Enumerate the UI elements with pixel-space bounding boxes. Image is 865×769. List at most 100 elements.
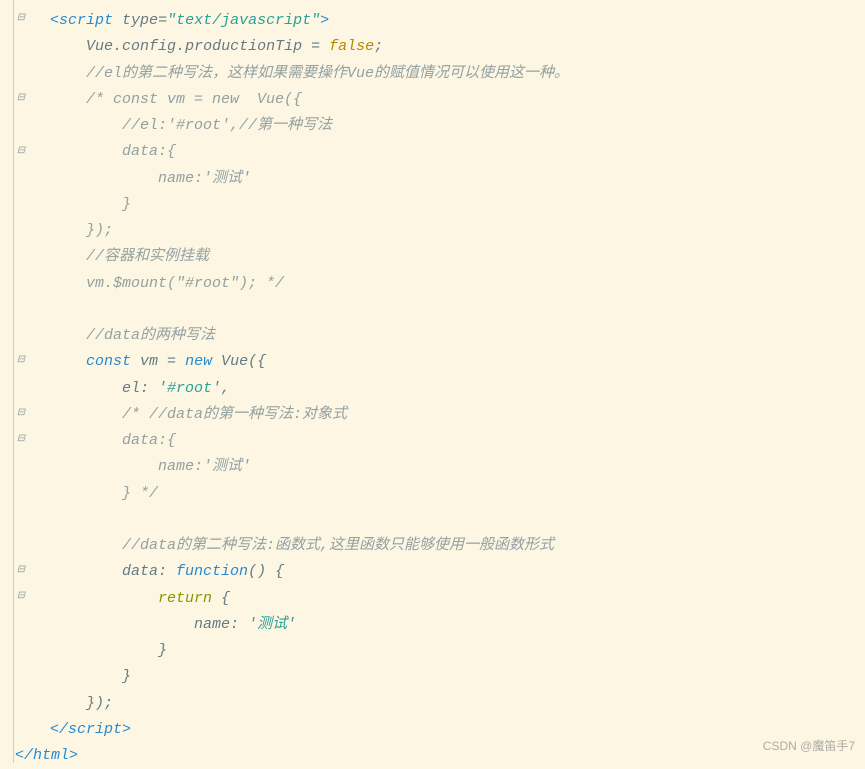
comment: //data的第二种写法:函数式,这里函数只能够使用一般函数形式 <box>122 537 554 554</box>
code-line: <script type="text/javascript"> <box>50 8 855 34</box>
colon: : <box>158 563 176 580</box>
equals: = <box>158 12 167 29</box>
string: '#root' <box>158 380 221 397</box>
paren: ( <box>248 353 257 370</box>
prop-name: el <box>122 380 140 397</box>
code-line: Vue.config.productionTip = false; <box>50 34 855 60</box>
tag-name: html <box>33 747 69 764</box>
comment: name:'测试' <box>122 458 251 475</box>
comment: }); <box>86 222 113 239</box>
dot: . <box>176 38 185 55</box>
comment: } <box>86 196 131 213</box>
code-line: name:'测试' <box>50 166 855 192</box>
code-line: </html> <box>15 743 855 769</box>
comment: vm.$mount("#root"); */ <box>86 275 284 292</box>
space <box>176 353 185 370</box>
fold-toggle[interactable]: ⊟ <box>16 94 26 104</box>
fold-toggle[interactable]: ⊟ <box>16 566 26 576</box>
fold-toggle[interactable]: ⊟ <box>16 147 26 157</box>
assign: = <box>167 353 176 370</box>
comment: /* //data的第一种写法:对象式 <box>122 406 347 423</box>
prop-name: name <box>194 616 230 633</box>
prop-name: data <box>122 563 158 580</box>
code-line: data: function() { <box>50 559 855 585</box>
code-line: </script> <box>50 717 855 743</box>
tag-name: script <box>59 12 113 29</box>
brace: { <box>257 353 266 370</box>
code-line: return { <box>50 586 855 612</box>
string: '测试' <box>248 616 296 633</box>
keyword-return: return <box>158 590 212 607</box>
parens: () <box>248 563 266 580</box>
ident: Vue <box>86 38 113 55</box>
keyword-function: function <box>176 563 248 580</box>
ident: productionTip <box>185 38 302 55</box>
comment: //容器和实例挂载 <box>86 248 209 265</box>
watermark: CSDN @魔笛手7 <box>763 736 855 757</box>
code-line: data:{ <box>50 139 855 165</box>
code-line: } <box>50 664 855 690</box>
comment: //data的两种写法 <box>86 327 215 344</box>
code-line: //容器和实例挂载 <box>50 244 855 270</box>
dot: . <box>113 38 122 55</box>
code-line: } <box>50 638 855 664</box>
fold-toggle[interactable]: ⊟ <box>16 14 26 24</box>
colon: : <box>140 380 158 397</box>
var-name: vm <box>131 353 167 370</box>
code-editor-content[interactable]: <script type="text/javascript"> Vue.conf… <box>0 0 865 769</box>
comment: name:'测试' <box>86 170 251 187</box>
tag-name: script <box>68 721 122 738</box>
boolean: false <box>329 38 374 55</box>
code-line: } */ <box>50 481 855 507</box>
brace: { <box>212 590 230 607</box>
code-line: }); <box>50 691 855 717</box>
code-line: name: '测试' <box>50 612 855 638</box>
fold-toggle[interactable]: ⊟ <box>16 409 26 419</box>
code-line: vm.$mount("#root"); */ <box>50 271 855 297</box>
fold-toggle[interactable]: ⊟ <box>16 435 26 445</box>
code-line: el: '#root', <box>50 376 855 402</box>
class-name: Vue <box>212 353 248 370</box>
code-line: name:'测试' <box>50 454 855 480</box>
assign: = <box>302 38 329 55</box>
comma: , <box>221 380 230 397</box>
editor-gutter <box>0 0 14 763</box>
attr-value: "text/javascript" <box>167 12 320 29</box>
tag-close: > <box>69 747 78 764</box>
code-line: /* const vm = new Vue({ <box>50 87 855 113</box>
fold-toggle[interactable]: ⊟ <box>16 356 26 366</box>
attr-name: type <box>122 12 158 29</box>
code-line <box>50 507 855 533</box>
code-line: //data的第二种写法:函数式,这里函数只能够使用一般函数形式 <box>50 533 855 559</box>
ident: config <box>122 38 176 55</box>
keyword-const: const <box>86 353 131 370</box>
code-line: const vm = new Vue({ <box>50 349 855 375</box>
semicolon: ; <box>104 695 113 712</box>
fold-gutter: ⊟ ⊟ ⊟ ⊟ ⊟ ⊟ ⊟ ⊟ <box>14 0 28 763</box>
comment: //el的第二种写法，这样如果需要操作Vue的赋值情况可以使用这一种。 <box>86 65 569 82</box>
fold-toggle[interactable]: ⊟ <box>16 592 26 602</box>
code-line <box>50 297 855 323</box>
code-line: data:{ <box>50 428 855 454</box>
keyword-new: new <box>185 353 212 370</box>
brace-close: } <box>122 668 131 685</box>
code-line: /* //data的第一种写法:对象式 <box>50 402 855 428</box>
tag-open: </ <box>50 721 68 738</box>
semicolon: ; <box>374 38 383 55</box>
comment: data:{ <box>86 143 176 160</box>
brace: { <box>266 563 284 580</box>
tag-close: > <box>122 721 131 738</box>
colon: : <box>230 616 248 633</box>
brace-close: } <box>86 695 95 712</box>
code-line: }); <box>50 218 855 244</box>
comment: /* const vm = new Vue({ <box>86 91 302 108</box>
code-line: //el的第二种写法，这样如果需要操作Vue的赋值情况可以使用这一种。 <box>50 61 855 87</box>
comment: } */ <box>122 485 158 502</box>
comment: data:{ <box>122 432 176 449</box>
code-line: //el:'#root',//第一种写法 <box>50 113 855 139</box>
paren-close: ) <box>95 695 104 712</box>
comment: //el:'#root',//第一种写法 <box>86 117 332 134</box>
code-line: } <box>50 192 855 218</box>
tag-open: < <box>50 12 59 29</box>
brace-close: } <box>158 642 167 659</box>
